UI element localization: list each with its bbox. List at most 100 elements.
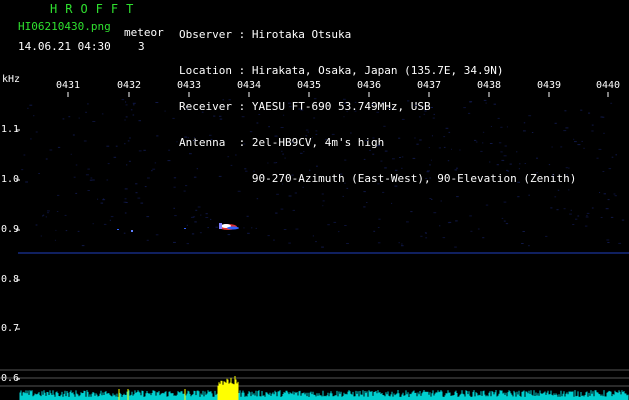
noise-speckle xyxy=(580,109,583,111)
noise-speckle xyxy=(193,140,195,142)
noise-speckle xyxy=(344,182,346,184)
noise-speckle xyxy=(501,217,504,219)
noise-speckle xyxy=(416,143,419,145)
noise-speckle xyxy=(124,212,127,214)
noise-speckle xyxy=(125,202,128,203)
noise-speckle xyxy=(565,127,569,129)
noise-speckle xyxy=(425,232,427,234)
noise-speckle xyxy=(498,142,502,144)
noise-speckle xyxy=(343,98,346,100)
noise-speckle xyxy=(482,237,485,239)
noise-speckle xyxy=(613,193,616,195)
noise-speckle xyxy=(186,224,188,226)
noise-speckle xyxy=(47,210,50,212)
meteor-echo xyxy=(219,223,239,230)
noise-speckle xyxy=(65,230,68,232)
noise-speckle xyxy=(469,101,472,103)
noise-speckle xyxy=(523,130,526,132)
noise-speckle xyxy=(196,168,198,170)
noise-speckle xyxy=(427,170,430,172)
noise-speckle xyxy=(365,140,369,141)
noise-speckle xyxy=(282,183,284,185)
noise-speckle xyxy=(218,175,222,177)
noise-speckle xyxy=(424,110,427,112)
noise-speckle xyxy=(64,214,67,216)
noise-speckle xyxy=(618,242,622,244)
noise-speckle xyxy=(49,149,53,151)
echo-dot xyxy=(117,229,119,230)
noise-speckle xyxy=(62,118,65,120)
noise-speckle xyxy=(154,162,157,164)
noise-speckle xyxy=(566,174,568,176)
noise-speckle xyxy=(106,145,110,147)
noise-speckle xyxy=(507,170,510,172)
noise-speckle xyxy=(87,190,90,191)
noise-speckle xyxy=(483,99,487,101)
noise-speckle xyxy=(187,137,189,139)
noise-speckle xyxy=(322,205,324,207)
noise-speckle xyxy=(83,140,87,142)
noise-speckle xyxy=(256,198,259,200)
noise-speckle xyxy=(151,170,153,172)
noise-speckle xyxy=(70,153,72,155)
noise-speckle xyxy=(501,159,505,161)
noise-speckle xyxy=(235,154,237,156)
noise-speckle xyxy=(103,223,107,225)
noise-speckle xyxy=(422,106,425,107)
noise-speckle xyxy=(121,99,125,101)
noise-speckle xyxy=(338,231,340,233)
noise-speckle xyxy=(185,185,188,187)
noise-speckle xyxy=(410,211,413,213)
noise-speckle xyxy=(425,237,428,239)
noise-speckle xyxy=(548,164,551,166)
noise-speckle xyxy=(585,216,589,218)
noise-speckle xyxy=(132,114,135,116)
noise-speckle xyxy=(191,233,195,235)
noise-speckle xyxy=(243,143,246,145)
noise-speckle xyxy=(205,217,209,218)
noise-speckle xyxy=(482,142,484,144)
noise-speckle xyxy=(399,157,401,158)
noise-speckle xyxy=(602,171,605,172)
noise-speckle xyxy=(133,104,135,106)
noise-speckle xyxy=(42,215,44,217)
noise-speckle xyxy=(563,208,566,210)
noise-speckle xyxy=(346,243,349,244)
noise-speckle xyxy=(414,137,416,139)
noise-speckle xyxy=(557,189,560,191)
noise-speckle xyxy=(429,198,432,199)
noise-speckle xyxy=(303,151,305,153)
noise-speckle xyxy=(401,118,405,120)
noise-speckle xyxy=(331,133,335,135)
filename-label: HI06210430.png xyxy=(18,20,111,33)
noise-speckles xyxy=(21,98,625,248)
noise-speckle xyxy=(72,134,75,136)
noise-speckle xyxy=(245,170,248,172)
noise-speckle xyxy=(322,200,325,202)
echo-dot xyxy=(131,230,133,232)
noise-speckle xyxy=(591,207,594,209)
noise-speckle xyxy=(168,149,171,151)
noise-speckle xyxy=(152,168,156,170)
noise-speckle xyxy=(363,191,366,193)
noise-speckle xyxy=(388,108,392,109)
header-panel: HROFFT HI06210430.png 14.06.21 04:30 met… xyxy=(0,0,629,185)
noise-speckle xyxy=(377,183,380,185)
noise-speckle xyxy=(431,135,433,137)
noise-speckle xyxy=(35,131,38,133)
noise-speckle xyxy=(372,153,375,155)
noise-speckle xyxy=(528,194,530,196)
noise-speckle xyxy=(243,227,245,229)
noise-speckle xyxy=(603,132,605,134)
noise-speckle xyxy=(392,158,395,160)
noise-speckle xyxy=(275,212,278,214)
noise-speckle xyxy=(92,179,94,181)
noise-speckle xyxy=(451,148,452,150)
noise-speckle xyxy=(275,162,278,163)
noise-speckle xyxy=(251,227,253,229)
noise-speckle xyxy=(173,207,175,209)
noise-speckle xyxy=(85,111,87,113)
noise-speckle xyxy=(448,221,452,223)
noise-speckle xyxy=(448,131,451,133)
noise-speckle xyxy=(288,106,292,108)
